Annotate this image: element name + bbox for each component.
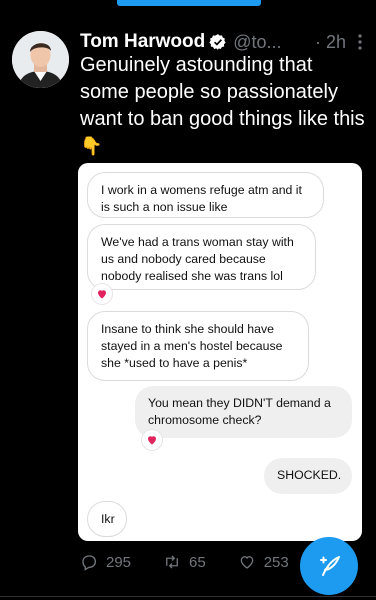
reply-button[interactable]: 295: [80, 553, 131, 571]
heart-reaction: [142, 430, 162, 450]
chat-message-received: I work in a womens refuge atm and it is …: [87, 172, 324, 218]
heart-reaction: [92, 284, 112, 304]
divider: [0, 596, 376, 597]
pointing-down-emoji: 👇: [80, 136, 103, 156]
active-tab-indicator: [117, 0, 261, 6]
author-name[interactable]: Tom Harwood: [80, 31, 205, 53]
like-count: 253: [263, 553, 289, 571]
heart-icon: [98, 290, 106, 299]
tweet-body: Genuinely astounding that some people so…: [80, 54, 365, 130]
chat-message-received: Ikr: [87, 501, 127, 537]
reply-icon: [82, 555, 97, 571]
chat-message-sent: You mean they DIDN'T demand a chromosome…: [135, 386, 352, 438]
retweet-icon: [166, 555, 178, 569]
tweet-time: · 2h: [314, 31, 346, 52]
chat-message-received: Insane to think she should have stayed i…: [87, 311, 309, 381]
heart-icon: [148, 436, 156, 445]
chat-message-sent: SHOCKED.: [264, 458, 352, 494]
tweet-actions: 295 65 253: [80, 553, 321, 571]
tweet-image[interactable]: I work in a womens refuge atm and it is …: [78, 163, 362, 541]
more-options-icon[interactable]: [358, 34, 362, 50]
retweet-count: 65: [189, 553, 206, 571]
tweet-text: Genuinely astounding that some people so…: [80, 52, 365, 160]
author-handle[interactable]: @to...: [233, 32, 281, 53]
compose-tweet-button[interactable]: [300, 537, 358, 595]
reply-count: 295: [106, 553, 132, 571]
chat-message-received: We've had a trans woman stay with us and…: [87, 224, 316, 290]
avatar-portrait: [12, 31, 69, 88]
avatar[interactable]: [12, 31, 69, 88]
verified-badge-icon: [209, 34, 226, 50]
like-button[interactable]: 253: [238, 553, 289, 571]
retweet-button[interactable]: 65: [163, 553, 206, 571]
compose-feather-icon: [320, 556, 340, 576]
like-heart-icon: [240, 556, 254, 569]
